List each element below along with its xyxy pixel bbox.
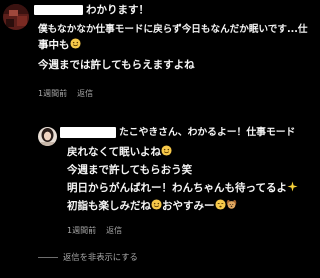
- reply-text-line-3: 今週まで許してもらおう笑: [67, 164, 193, 176]
- comment-text-line-3-label: 事中も: [38, 39, 70, 51]
- reply-text-line-4: 明日からがんばれー！わんちゃんも待ってるよ: [67, 181, 298, 197]
- smile-emoji-icon: [151, 199, 162, 210]
- comment-reply-button[interactable]: 返信: [77, 88, 93, 99]
- replier-avatar[interactable]: [38, 127, 57, 146]
- sparkles-icon: [287, 181, 298, 192]
- reply-text-line-1: たこやきさん、わかるよー！仕事モード: [119, 127, 296, 138]
- comment-text-line-4: 今週までは許してもらえますよね: [38, 59, 195, 71]
- dog-emoji-icon: [226, 199, 236, 209]
- smile-emoji-icon: [69, 38, 81, 49]
- sleepy-emoji-icon: [214, 199, 226, 210]
- avatar-image: [3, 4, 29, 30]
- reply-reply-button[interactable]: 返信: [106, 225, 122, 236]
- reply-meta: 1週間前 返信: [67, 225, 122, 236]
- reply-text-line-5: 初詣も楽しみだね おやすみー: [67, 199, 237, 215]
- hide-replies-divider: [38, 257, 58, 258]
- smile-emoji-icon: [161, 145, 172, 156]
- redacted-username: [60, 127, 116, 138]
- comment-text-line-1: わかります！: [86, 4, 149, 16]
- redacted-username: [34, 5, 83, 15]
- reply-text-line-4-label: 明日からがんばれー！わんちゃんも待ってるよ: [67, 182, 287, 194]
- reply-text-line-2: 戻れなくて眠いよね: [67, 145, 172, 161]
- comment-text-line-2: 僕もなかなか仕事モードに戻らず今日もなんだか眠いです...仕: [38, 24, 308, 35]
- hide-replies-button[interactable]: 返信を非表示にする: [63, 251, 138, 263]
- reply-text-line-6-label: おやすみー: [162, 200, 215, 212]
- reply-text-line-5-label: 初詣も楽しみだね: [67, 200, 151, 212]
- reply-timestamp: 1週間前: [67, 226, 97, 235]
- comment-text-line-3: 事中も: [38, 38, 81, 54]
- commenter-avatar[interactable]: [3, 4, 29, 30]
- avatar-image: [38, 127, 57, 146]
- comment-timestamp: 1週間前: [38, 89, 68, 98]
- comment-meta: 1週間前 返信: [38, 88, 93, 99]
- reply-text-line-2-label: 戻れなくて眠いよね: [67, 146, 161, 158]
